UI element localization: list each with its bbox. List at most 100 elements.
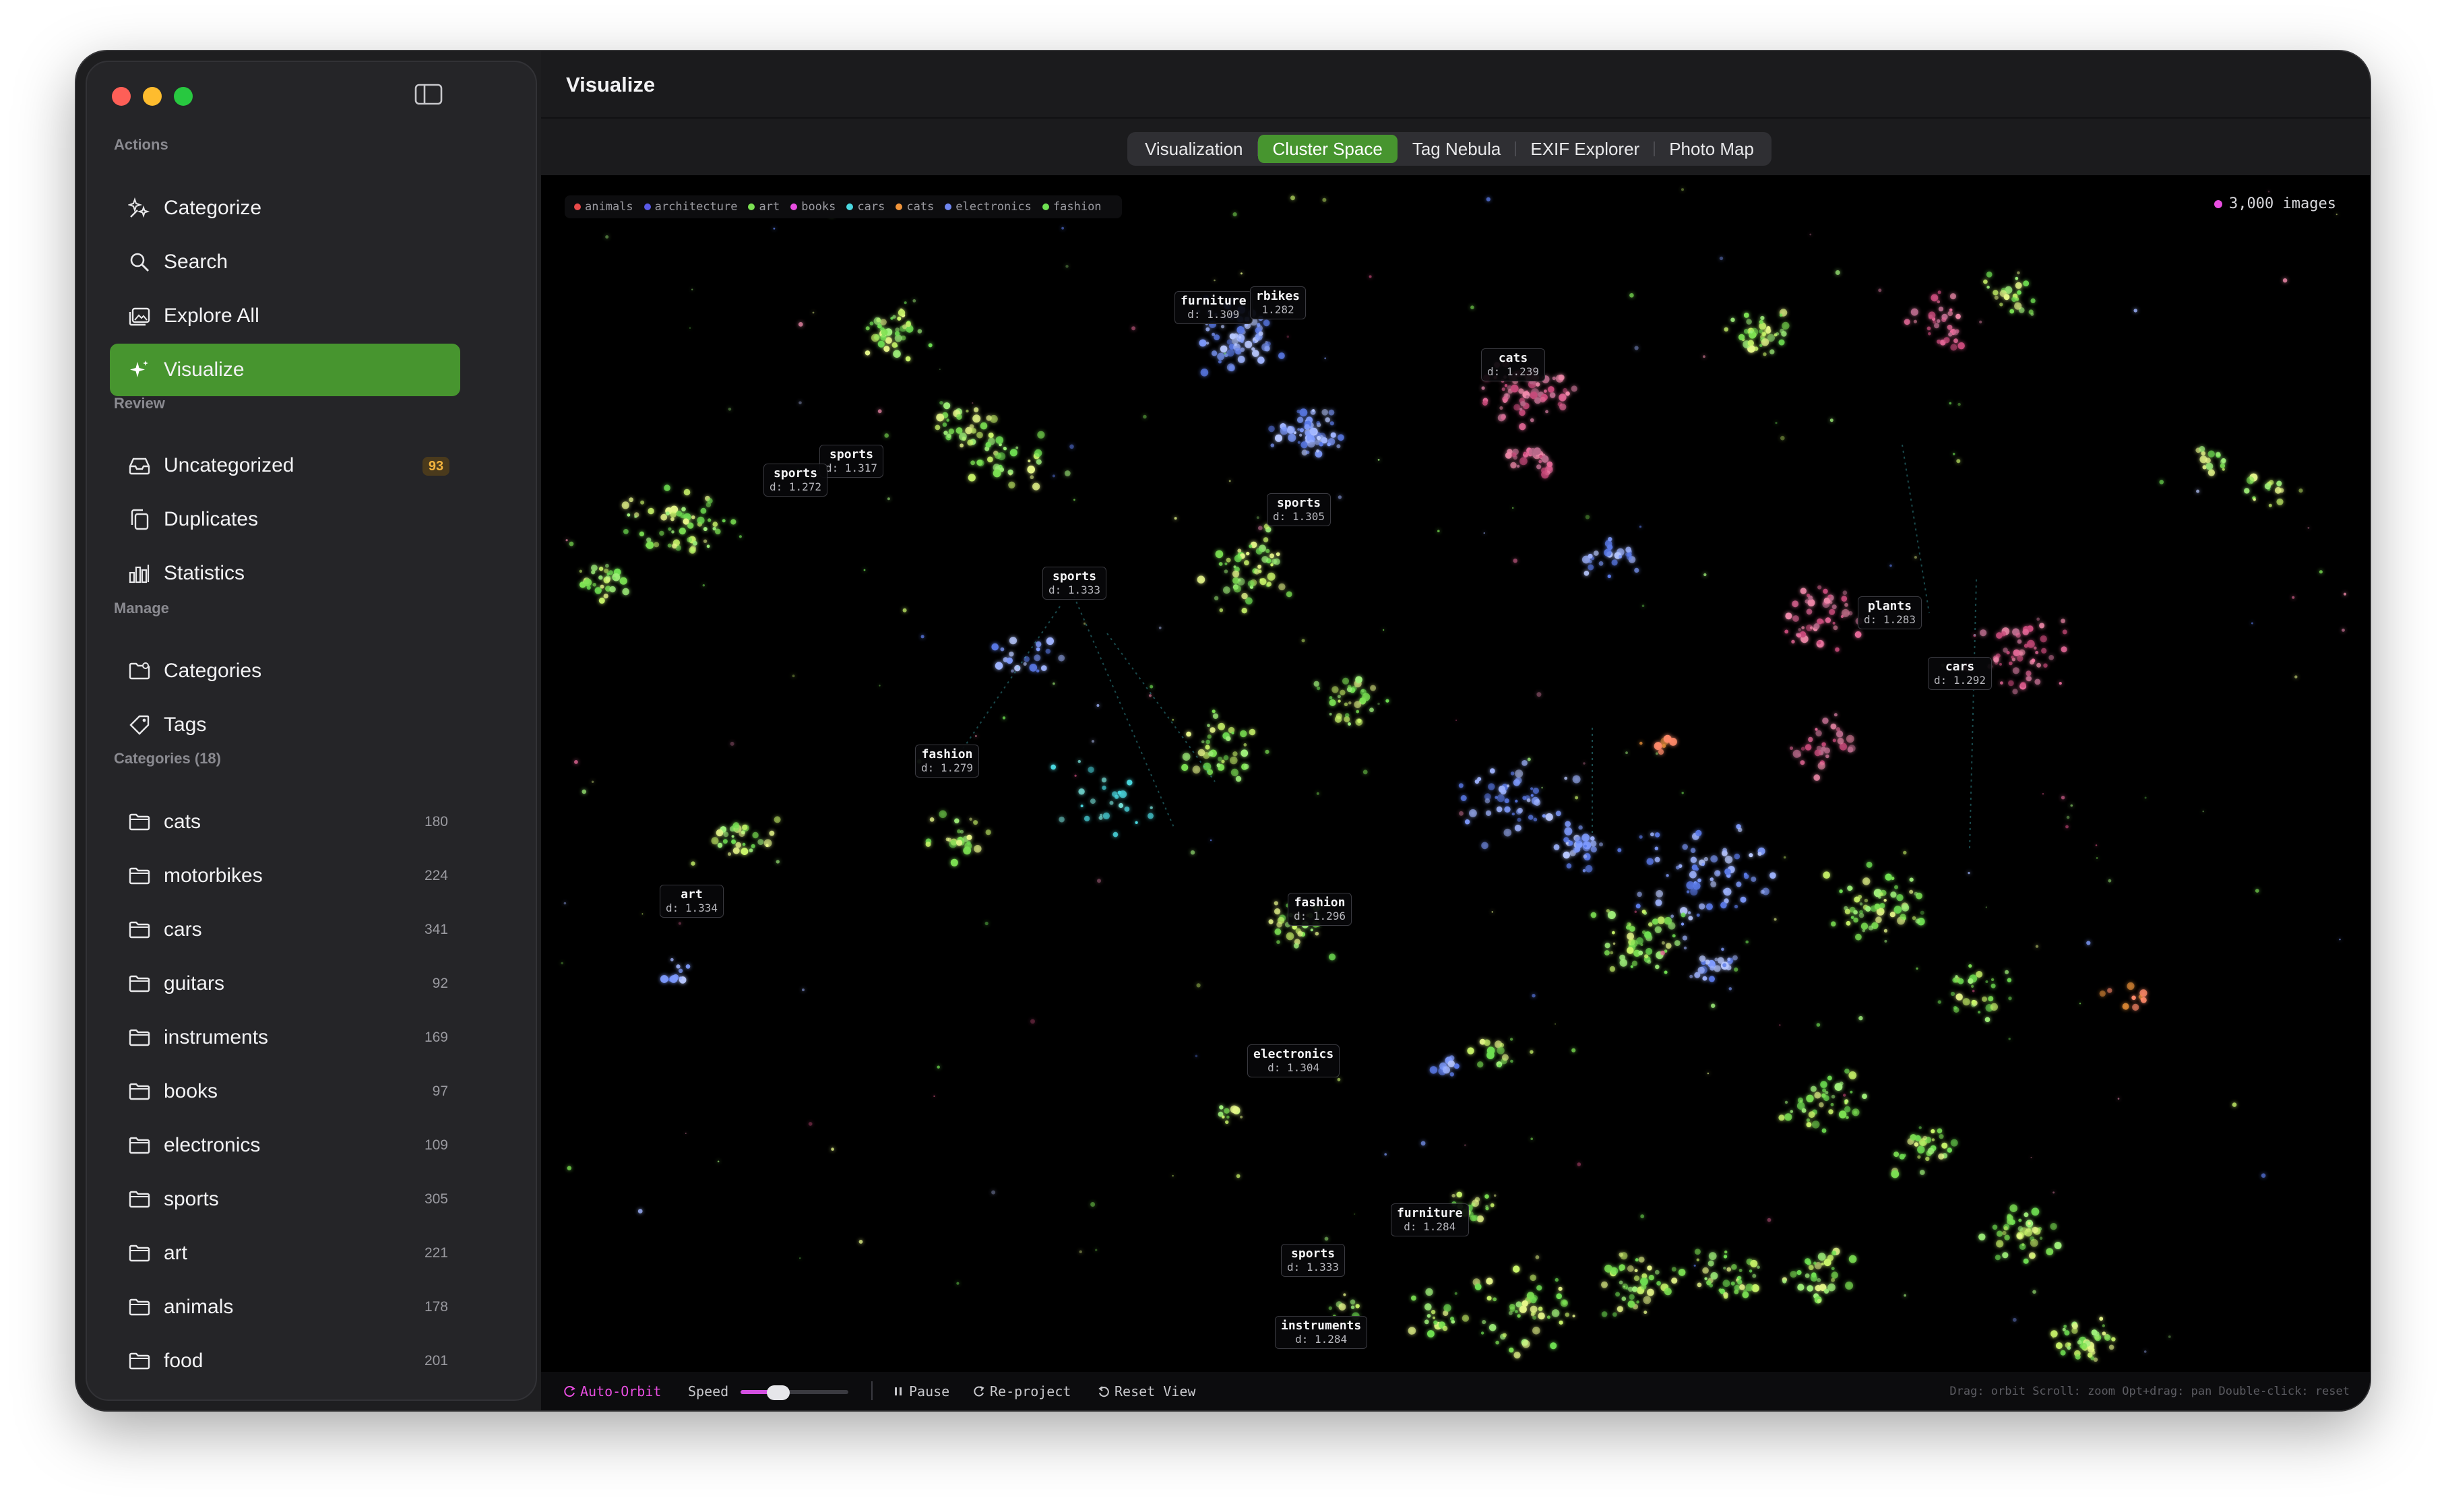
image-point[interactable] <box>1218 360 1222 364</box>
image-point[interactable] <box>1639 835 1643 839</box>
image-point[interactable] <box>2036 617 2040 621</box>
image-point[interactable] <box>1798 628 1801 631</box>
image-point[interactable] <box>1814 749 1821 757</box>
image-point[interactable] <box>1052 474 1055 478</box>
image-point[interactable] <box>1338 699 1341 703</box>
image-point[interactable] <box>1527 757 1531 761</box>
image-point[interactable] <box>1664 970 1668 974</box>
image-point[interactable] <box>1913 319 1917 323</box>
image-point[interactable] <box>1652 918 1659 925</box>
image-point[interactable] <box>1904 1294 1906 1297</box>
image-point[interactable] <box>2017 290 2021 295</box>
image-point[interactable] <box>1656 890 1663 897</box>
nav-item-categories[interactable]: Categories <box>110 645 460 697</box>
minimize-window-button[interactable] <box>143 87 162 106</box>
image-point[interactable] <box>1807 1285 1813 1292</box>
image-point[interactable] <box>697 516 705 524</box>
image-point[interactable] <box>1720 902 1727 909</box>
image-point[interactable] <box>1312 409 1315 412</box>
image-point[interactable] <box>703 539 708 543</box>
image-point[interactable] <box>2199 455 2207 464</box>
image-point[interactable] <box>1522 796 1527 800</box>
image-point[interactable] <box>2002 1230 2007 1236</box>
image-point[interactable] <box>1563 837 1569 843</box>
image-point[interactable] <box>1501 387 1505 391</box>
image-point[interactable] <box>1813 774 1820 781</box>
image-point[interactable] <box>1300 441 1308 449</box>
image-point[interactable] <box>877 409 882 414</box>
image-point[interactable] <box>1014 665 1021 672</box>
image-point[interactable] <box>1621 1296 1627 1301</box>
image-point[interactable] <box>700 507 707 514</box>
image-point[interactable] <box>1918 1126 1922 1129</box>
image-point[interactable] <box>1474 1284 1482 1290</box>
image-point[interactable] <box>1427 1330 1435 1337</box>
image-point[interactable] <box>1821 742 1826 747</box>
image-point[interactable] <box>1866 861 1873 868</box>
image-point[interactable] <box>2008 997 2012 1001</box>
image-point[interactable] <box>1552 376 1556 381</box>
image-point[interactable] <box>708 518 712 522</box>
image-point[interactable] <box>925 842 931 847</box>
image-point[interactable] <box>1790 1271 1797 1278</box>
image-point[interactable] <box>1844 1106 1851 1112</box>
image-point[interactable] <box>1734 904 1738 909</box>
image-point[interactable] <box>773 227 776 230</box>
image-point[interactable] <box>742 842 746 846</box>
image-point[interactable] <box>1723 1255 1728 1259</box>
image-point[interactable] <box>1808 1265 1814 1271</box>
image-point[interactable] <box>1559 403 1567 411</box>
image-point[interactable] <box>1096 704 1100 707</box>
image-point[interactable] <box>946 418 949 422</box>
image-point[interactable] <box>1710 881 1717 887</box>
image-point[interactable] <box>670 511 677 518</box>
image-point[interactable] <box>1459 811 1464 816</box>
image-point[interactable] <box>1158 626 1162 629</box>
image-point[interactable] <box>1469 809 1477 817</box>
image-point[interactable] <box>1627 933 1634 940</box>
image-point[interactable] <box>1486 1278 1493 1285</box>
image-point[interactable] <box>1424 1319 1429 1325</box>
image-point[interactable] <box>1833 625 1838 631</box>
image-point[interactable] <box>1556 1293 1562 1299</box>
image-point[interactable] <box>2043 663 2048 668</box>
image-point[interactable] <box>1761 332 1766 336</box>
image-point[interactable] <box>1723 1294 1728 1299</box>
image-point[interactable] <box>1482 1320 1486 1325</box>
image-point[interactable] <box>831 1147 834 1151</box>
image-point[interactable] <box>1697 878 1701 883</box>
image-point[interactable] <box>1784 629 1789 634</box>
image-point[interactable] <box>1090 798 1096 805</box>
image-point[interactable] <box>1757 1265 1760 1269</box>
image-point[interactable] <box>1340 689 1346 695</box>
image-point[interactable] <box>669 975 678 983</box>
image-point[interactable] <box>1424 1303 1432 1311</box>
image-point[interactable] <box>1109 800 1114 805</box>
image-point[interactable] <box>1355 718 1363 726</box>
image-point[interactable] <box>1230 1105 1238 1114</box>
image-point[interactable] <box>1806 1094 1814 1103</box>
image-point[interactable] <box>1636 937 1643 945</box>
image-point[interactable] <box>1732 955 1738 961</box>
image-point[interactable] <box>959 433 967 441</box>
image-point[interactable] <box>1874 904 1881 910</box>
image-point[interactable] <box>1744 874 1749 879</box>
image-point[interactable] <box>1634 567 1639 573</box>
image-point[interactable] <box>1800 747 1805 751</box>
image-point[interactable] <box>1703 856 1708 862</box>
image-point[interactable] <box>1174 517 1177 520</box>
image-point[interactable] <box>2001 631 2007 637</box>
image-point[interactable] <box>1985 906 1987 908</box>
image-point[interactable] <box>1827 1255 1834 1261</box>
image-point[interactable] <box>1937 1000 1941 1004</box>
image-point[interactable] <box>683 489 691 496</box>
image-point[interactable] <box>1324 357 1327 360</box>
image-point[interactable] <box>2104 1334 2111 1341</box>
image-point[interactable] <box>1526 1292 1534 1300</box>
image-point[interactable] <box>1032 482 1040 491</box>
image-point[interactable] <box>1369 707 1374 712</box>
image-point[interactable] <box>2063 1325 2067 1328</box>
image-point[interactable] <box>1571 1048 1576 1052</box>
image-point[interactable] <box>1046 637 1054 645</box>
image-point[interactable] <box>1343 1293 1346 1296</box>
